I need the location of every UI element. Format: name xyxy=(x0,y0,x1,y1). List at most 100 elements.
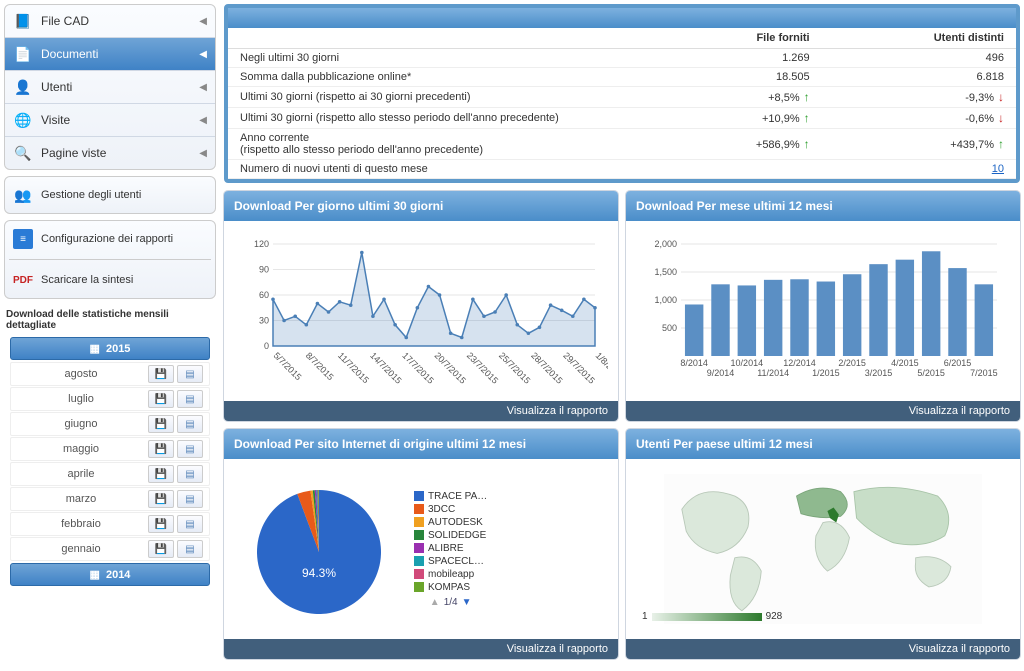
archive-button[interactable]: ▤ xyxy=(177,440,203,458)
download-excel-button[interactable]: 💾 xyxy=(148,415,174,433)
arrow-up-icon: ↑ xyxy=(804,137,810,151)
card-monthly-downloads: Download Per mese ultimi 12 mesi 500 1,00… xyxy=(626,191,1020,421)
archive-button[interactable]: ▤ xyxy=(177,515,203,533)
archive-button[interactable]: ▤ xyxy=(177,490,203,508)
download-summary-link[interactable]: PDF Scaricare la sintesi xyxy=(5,266,215,294)
svg-text:1/2015: 1/2015 xyxy=(812,368,840,378)
month-row: luglio💾▤ xyxy=(10,387,210,411)
legend-swatch xyxy=(414,556,424,566)
legend-item: SPACECL… xyxy=(414,556,487,567)
sidebar-item-documenti[interactable]: 📄 Documenti ◀ xyxy=(5,38,215,71)
legend-item: KOMPAS xyxy=(414,582,487,593)
svg-text:28/7/2015: 28/7/2015 xyxy=(529,350,564,385)
nav-group: 📘 File CAD ◀ 📄 Documenti ◀ 👤 Utenti ◀ 🌐 … xyxy=(4,4,216,170)
month-row: marzo💾▤ xyxy=(10,487,210,511)
stat-label: Ultimi 30 giorni (rispetto allo stesso p… xyxy=(228,108,661,129)
stat-value: +8,5%↑ xyxy=(661,87,821,108)
sidebar-item-file-cad[interactable]: 📘 File CAD ◀ xyxy=(5,5,215,38)
legend-swatch xyxy=(414,582,424,592)
archive-button[interactable]: ▤ xyxy=(177,365,203,383)
download-excel-button[interactable]: 💾 xyxy=(148,440,174,458)
card-title: Download Per mese ultimi 12 mesi xyxy=(626,191,1020,221)
card-daily-downloads: Download Per giorno ultimi 30 giorni 030… xyxy=(224,191,618,421)
svg-text:4/2015: 4/2015 xyxy=(891,358,919,368)
svg-text:30: 30 xyxy=(259,316,269,326)
stat-value: 6.818 xyxy=(822,68,1016,87)
sidebar-item-label: Documenti xyxy=(41,47,199,61)
legend-swatch xyxy=(414,491,424,501)
svg-text:500: 500 xyxy=(662,323,677,333)
stat-value: +10,9%↑ xyxy=(661,108,821,129)
legend-pager[interactable]: ▲ 1/4 ▼ xyxy=(414,597,487,608)
manage-users-button[interactable]: 👥 Gestione degli utenti xyxy=(4,176,216,214)
download-excel-button[interactable]: 💾 xyxy=(148,515,174,533)
month-label: febbraio xyxy=(17,515,145,533)
pager-prev-icon[interactable]: ▲ xyxy=(430,597,440,608)
stats-table: File forniti Utenti distinti Negli ultim… xyxy=(228,28,1016,179)
year-2014-button[interactable]: ▦ 2014 xyxy=(10,563,210,586)
legend-item: TRACE PA… xyxy=(414,491,487,502)
chevron-left-icon: ◀ xyxy=(199,82,207,93)
view-report-link[interactable]: Visualizza il rapporto xyxy=(626,401,1020,421)
main-content: File forniti Utenti distinti Negli ultim… xyxy=(220,0,1024,671)
sidebar: 📘 File CAD ◀ 📄 Documenti ◀ 👤 Utenti ◀ 🌐 … xyxy=(0,0,220,671)
svg-text:10/2014: 10/2014 xyxy=(731,358,764,368)
svg-text:12/2014: 12/2014 xyxy=(783,358,816,368)
magnifier-icon: 🔍 xyxy=(13,143,33,163)
stat-label: Ultimi 30 giorni (rispetto ai 30 giorni … xyxy=(228,87,661,108)
grid-icon: ▦ xyxy=(90,342,100,355)
legend-swatch xyxy=(414,543,424,553)
download-excel-button[interactable]: 💾 xyxy=(148,490,174,508)
view-report-link[interactable]: Visualizza il rapporto xyxy=(224,401,618,421)
arrow-down-icon: ↓ xyxy=(998,90,1004,104)
manage-users-label: Gestione degli utenti xyxy=(41,189,141,201)
stat-value: +586,9%↑ xyxy=(661,129,821,160)
download-excel-button[interactable]: 💾 xyxy=(148,540,174,558)
year-2015-button[interactable]: ▦ 2015 xyxy=(10,337,210,360)
svg-text:0: 0 xyxy=(264,341,269,351)
svg-text:9/2014: 9/2014 xyxy=(707,368,735,378)
user-icon: 👤 xyxy=(13,77,33,97)
archive-button[interactable]: ▤ xyxy=(177,415,203,433)
grid-icon: ▦ xyxy=(90,568,100,581)
stat-value: 10 xyxy=(822,160,1016,179)
svg-text:6/2015: 6/2015 xyxy=(944,358,972,368)
config-icon: ≡ xyxy=(13,229,33,249)
pager-next-icon[interactable]: ▼ xyxy=(462,597,472,608)
line-chart: 03060901205/7/20158/7/201511/7/201514/7/… xyxy=(234,236,608,386)
archive-button[interactable]: ▤ xyxy=(177,465,203,483)
archive-button[interactable]: ▤ xyxy=(177,390,203,408)
globe-icon: 🌐 xyxy=(13,110,33,130)
map-max-label: 928 xyxy=(766,611,783,622)
stat-value: 1.269 xyxy=(661,49,821,68)
report-config-link[interactable]: ≡ Configurazione dei rapporti xyxy=(5,225,215,253)
table-row: Ultimi 30 giorni (rispetto allo stesso p… xyxy=(228,108,1016,129)
month-label: aprile xyxy=(17,465,145,483)
chevron-left-icon: ◀ xyxy=(199,16,207,27)
svg-text:1,500: 1,500 xyxy=(654,267,677,277)
legend-item: SOLIDEDGE xyxy=(414,530,487,541)
svg-text:29/7/2015: 29/7/2015 xyxy=(561,350,596,385)
svg-text:5/7/2015: 5/7/2015 xyxy=(272,350,304,382)
stat-value: 496 xyxy=(822,49,1016,68)
svg-text:1,000: 1,000 xyxy=(654,295,677,305)
view-report-link[interactable]: Visualizza il rapporto xyxy=(626,639,1020,659)
view-report-link[interactable]: Visualizza il rapporto xyxy=(224,639,618,659)
month-label: agosto xyxy=(17,365,145,383)
sidebar-item-utenti[interactable]: 👤 Utenti ◀ xyxy=(5,71,215,104)
download-excel-button[interactable]: 💾 xyxy=(148,365,174,383)
svg-text:7/2015: 7/2015 xyxy=(970,368,998,378)
svg-text:8/2014: 8/2014 xyxy=(680,358,708,368)
sidebar-item-pagine-viste[interactable]: 🔍 Pagine viste ◀ xyxy=(5,137,215,169)
card-title: Download Per sito Internet di origine ul… xyxy=(224,429,618,459)
month-row: giugno💾▤ xyxy=(10,412,210,436)
book-icon: 📘 xyxy=(13,11,33,31)
archive-button[interactable]: ▤ xyxy=(177,540,203,558)
download-excel-button[interactable]: 💾 xyxy=(148,465,174,483)
svg-text:60: 60 xyxy=(259,290,269,300)
sidebar-item-visite[interactable]: 🌐 Visite ◀ xyxy=(5,104,215,137)
stat-link[interactable]: 10 xyxy=(992,163,1004,175)
svg-text:11/2014: 11/2014 xyxy=(757,368,789,378)
svg-text:5/2015: 5/2015 xyxy=(917,368,945,378)
download-excel-button[interactable]: 💾 xyxy=(148,390,174,408)
